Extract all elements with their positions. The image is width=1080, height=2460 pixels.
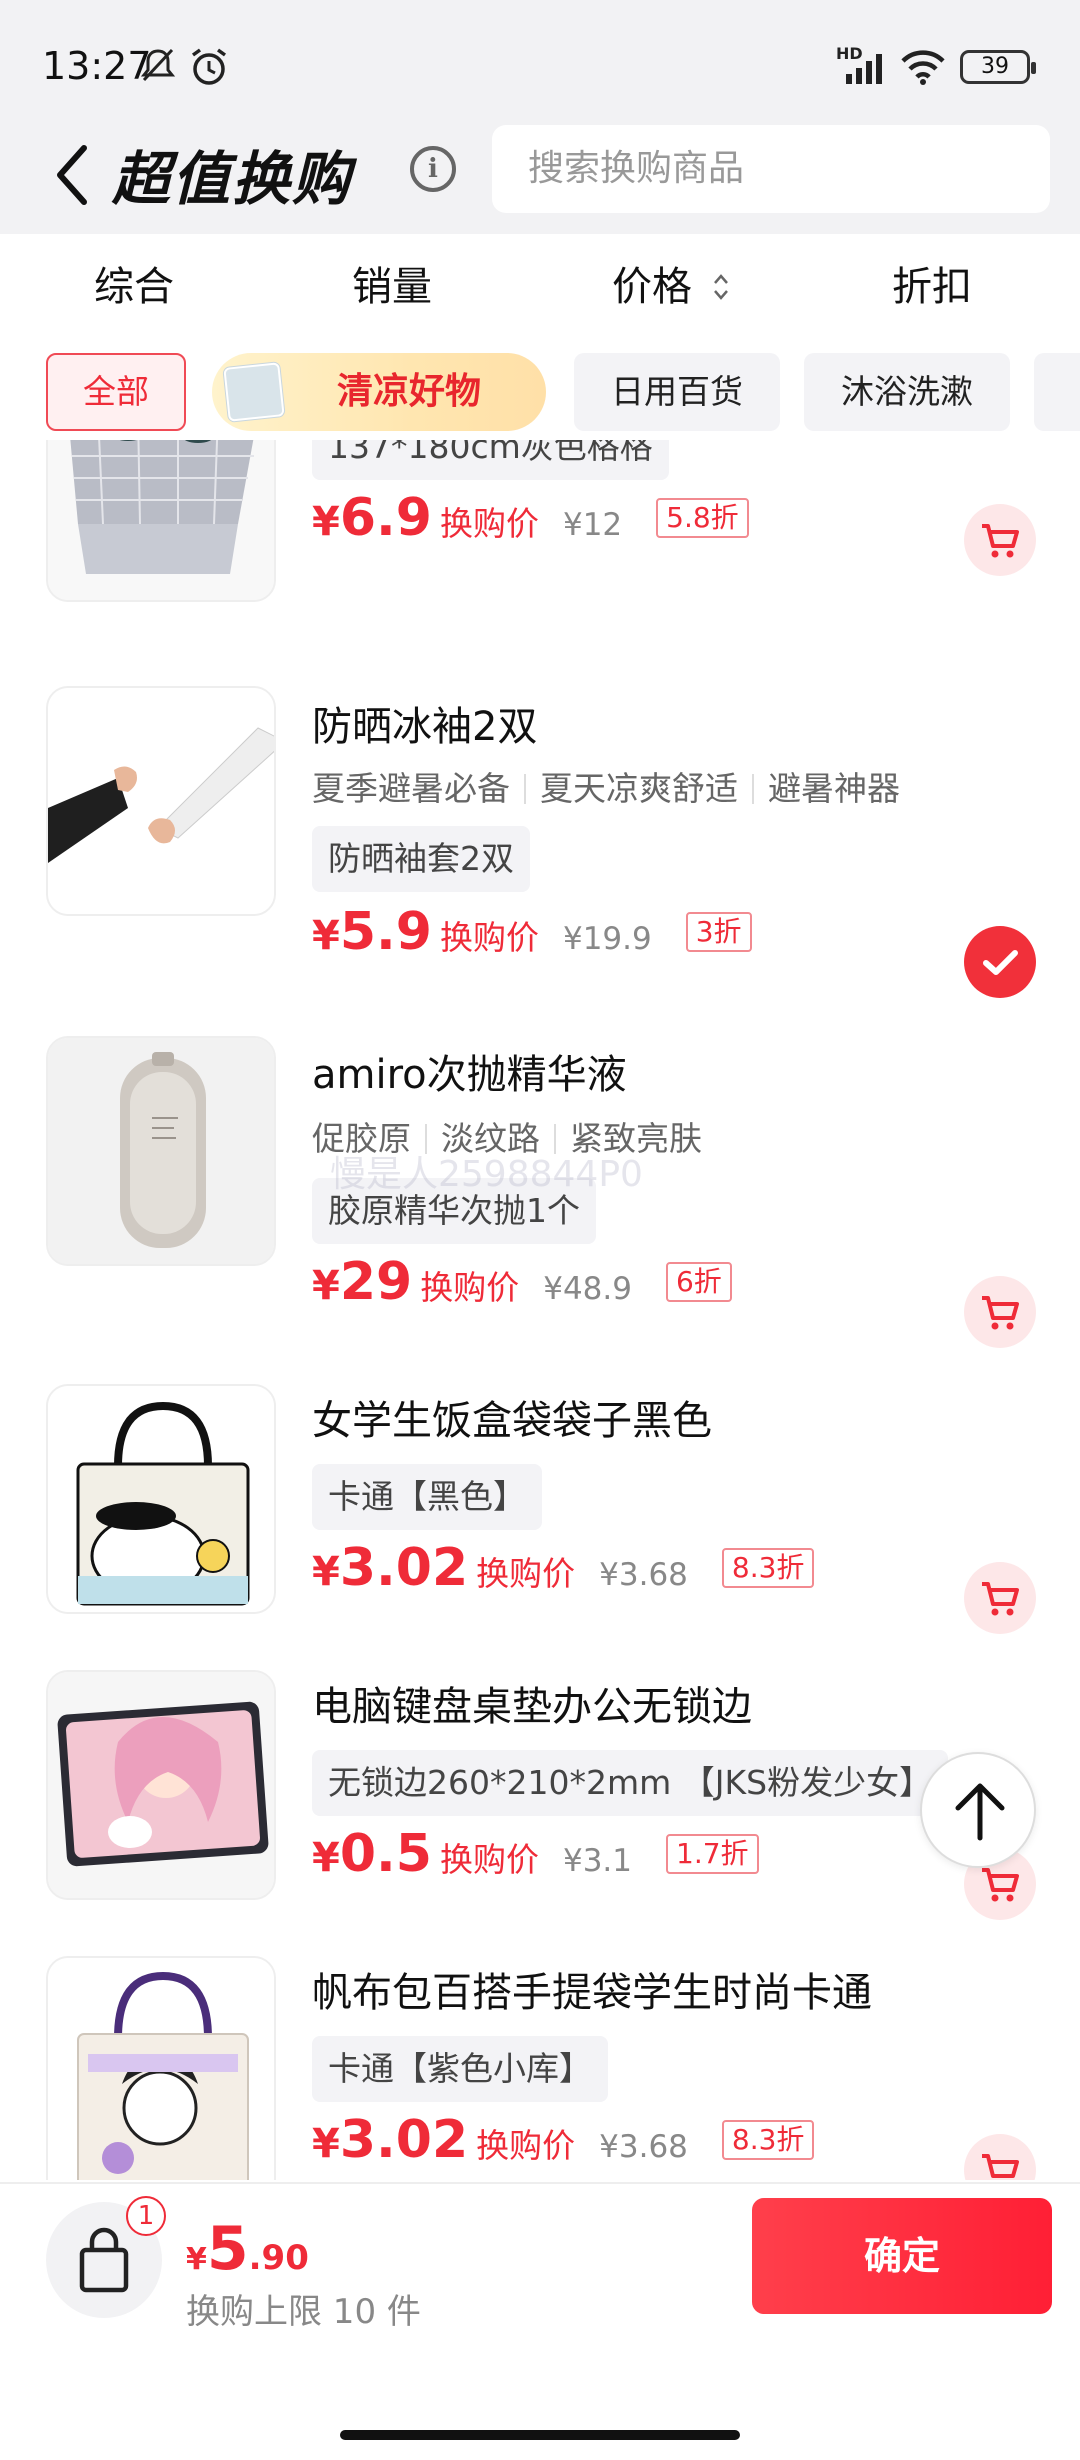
- alarm-clock-icon: [191, 48, 227, 85]
- wifi-icon: [901, 50, 945, 85]
- add-to-cart-button[interactable]: [964, 2134, 1036, 2180]
- arrow-up-icon: [955, 1783, 1005, 1841]
- product-spec: 无锁边260*210*2mm 【JKS粉发少女】: [312, 1750, 949, 1816]
- product-price: ¥3.02 换购价 ¥3.68 8.3折: [312, 1538, 815, 1598]
- scroll-to-top-button[interactable]: [920, 1752, 1036, 1868]
- cart-icon: [982, 2154, 1019, 2178]
- cart-icon: [982, 524, 1019, 558]
- chip-all[interactable]: 全部: [46, 353, 186, 431]
- signal-icon: [846, 54, 882, 84]
- product-spec: 卡通【紫色小库】: [312, 2036, 608, 2102]
- sort-tab-price-label: 价格: [612, 264, 692, 310]
- product-price: ¥5.9 换购价 ¥19.9 3折: [312, 902, 752, 962]
- check-icon: [983, 950, 1018, 975]
- total-price: ¥5.90: [186, 2214, 309, 2284]
- chip-daily-goods[interactable]: 日用百货: [574, 353, 780, 431]
- sort-tab-discount[interactable]: 折扣: [892, 254, 972, 312]
- product-item[interactable]: 137*180cm灰色格格 ¥6.9 换购价 ¥12 5.8折: [0, 440, 1080, 626]
- product-item[interactable]: 电脑键盘桌垫办公无锁边 无锁边260*210*2mm 【JKS粉发少女】 ¥0.…: [0, 1670, 1080, 1956]
- product-tags: 夏季避暑必备 夏天凉爽舒适 避暑神器: [312, 769, 900, 808]
- watermark: 慢是人2598844P0: [330, 1154, 643, 1195]
- chip-more[interactable]: [1034, 353, 1080, 431]
- header: 超值换购 i 搜索换购商品: [0, 120, 1080, 230]
- product-item[interactable]: 帆布包百搭手提袋学生时尚卡通 卡通【紫色小库】 ¥3.02 换购价 ¥3.68 8.3…: [0, 1956, 1080, 2180]
- product-image-canvas-bag: [46, 1956, 276, 2180]
- add-to-cart-button[interactable]: [964, 1562, 1036, 1634]
- category-chips: 全部 清凉好物 日用百货 沐浴洗漱: [0, 345, 1080, 435]
- product-name: 防晒冰袖2双: [312, 704, 538, 750]
- product-image-desk-mat: [46, 1670, 276, 1900]
- product-price: ¥29 换购价 ¥48.9 6折: [312, 1252, 732, 1312]
- exchange-limit-text: 换购上限 10 件: [186, 2292, 421, 2332]
- add-to-cart-button[interactable]: [964, 504, 1036, 576]
- product-name: 帆布包百搭手提袋学生时尚卡通: [312, 1970, 872, 2016]
- status-bar: 13:27 HD 39: [0, 0, 1080, 130]
- product-name: 女学生饭盒袋袋子黑色: [312, 1398, 712, 1444]
- status-time: 13:27: [42, 44, 152, 88]
- bottom-bar: 1 ¥5.90 换购上限 10 件 确定: [0, 2182, 1080, 2460]
- home-indicator: [340, 2430, 740, 2440]
- selected-check-button[interactable]: [964, 926, 1036, 998]
- info-icon[interactable]: i: [410, 146, 456, 192]
- product-name: amiro次抛精华液: [312, 1052, 627, 1098]
- page-title: 超值换购: [112, 145, 353, 213]
- product-list: 137*180cm灰色格格 ¥6.9 换购价 ¥12 5.8折 防晒冰袖2双 夏季避暑…: [0, 440, 1080, 2180]
- product-spec: 卡通【黑色】: [312, 1464, 542, 1530]
- product-price: ¥3.02 换购价 ¥3.68 8.3折: [312, 2110, 815, 2170]
- product-spec: 防晒袖套2双: [312, 826, 530, 892]
- product-image-serum: [46, 1036, 276, 1266]
- product-spec: 137*180cm灰色格格: [312, 440, 669, 480]
- bag-count-badge: 1: [126, 2196, 166, 2236]
- top-area: 13:27 HD 39 超值换购 i 搜索换购商品: [0, 0, 1080, 234]
- chip-cool-goods[interactable]: 清凉好物: [212, 353, 546, 431]
- product-image-lunch-bag: [46, 1384, 276, 1614]
- mute-bell-icon: [140, 48, 176, 82]
- search-input[interactable]: 搜索换购商品: [492, 125, 1050, 213]
- cart-icon: [982, 1296, 1019, 1330]
- product-image-tablecloth: [46, 440, 276, 602]
- product-item[interactable]: 防晒冰袖2双 夏季避暑必备 夏天凉爽舒适 避暑神器 防晒袖套2双 ¥5.9 换购价 ¥1…: [0, 686, 1080, 998]
- sort-tab-sales[interactable]: 销量: [352, 254, 432, 312]
- confirm-button[interactable]: 确定: [752, 2198, 1052, 2314]
- product-name: 电脑键盘桌垫办公无锁边: [312, 1684, 752, 1730]
- sort-bar: 综合 销量 价格 折扣: [0, 234, 1080, 330]
- sort-tab-price[interactable]: 价格: [612, 254, 731, 312]
- product-item[interactable]: 女学生饭盒袋袋子黑色 卡通【黑色】 ¥3.02 换购价 ¥3.68 8.3折: [0, 1384, 1080, 1670]
- add-to-cart-button[interactable]: [964, 1276, 1036, 1348]
- chip-cool-goods-label: 清凉好物: [336, 371, 481, 412]
- sort-arrows-icon: [713, 274, 728, 300]
- sort-tab-comprehensive[interactable]: 综合: [94, 254, 174, 312]
- product-price: ¥6.9 换购价 ¥12 5.8折: [312, 488, 749, 548]
- cart-icon: [982, 1582, 1019, 1616]
- back-arrow-icon[interactable]: [48, 142, 98, 208]
- product-price: ¥0.5 换购价 ¥3.1 1.7折: [312, 1824, 759, 1884]
- battery-icon: 39: [960, 50, 1036, 84]
- chip-bath[interactable]: 沐浴洗漱: [804, 353, 1010, 431]
- product-image-sleeves: [46, 686, 276, 916]
- promo-thumbnail: [223, 362, 285, 422]
